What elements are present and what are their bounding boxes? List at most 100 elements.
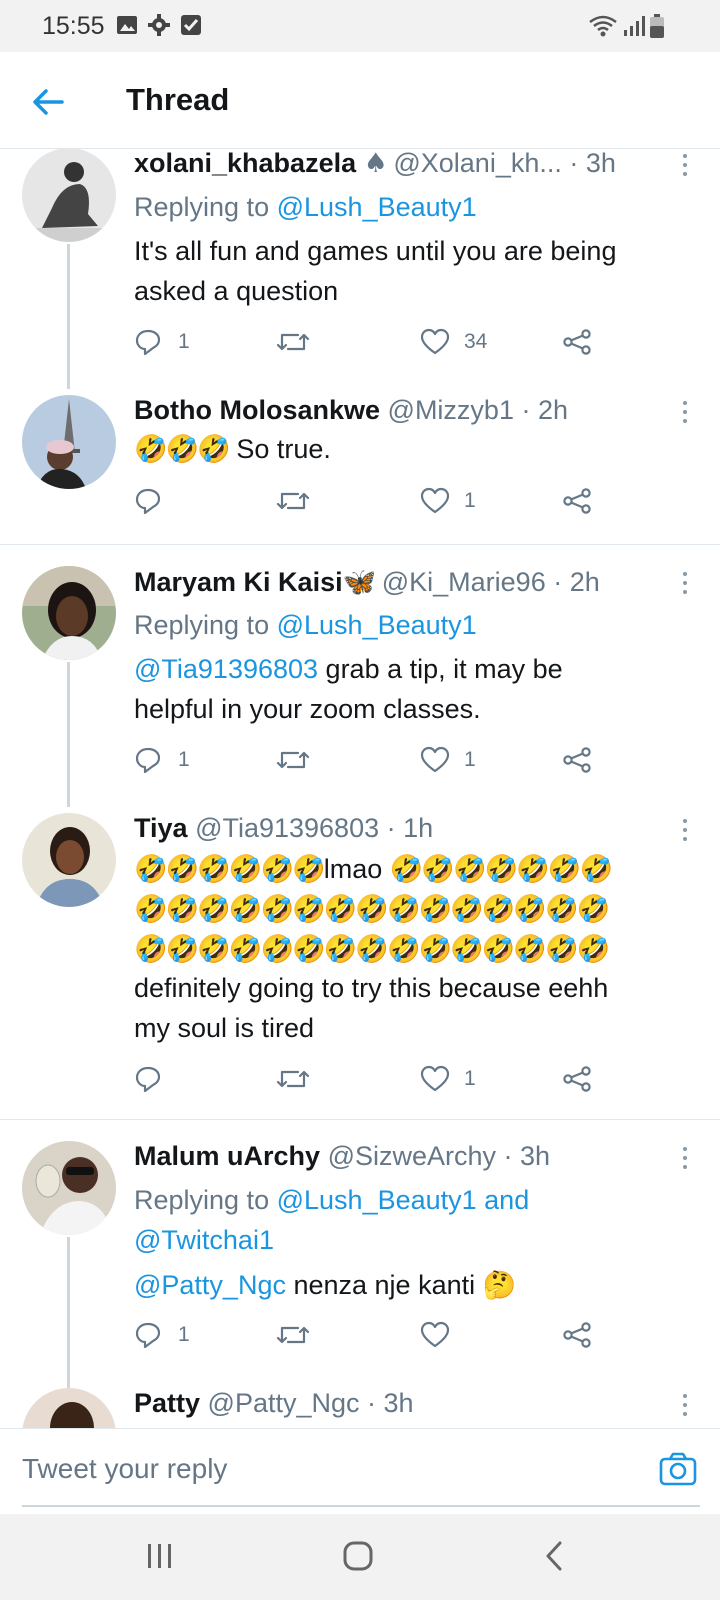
tweet-text-line: 🤣🤣🤣 So true. — [134, 434, 331, 465]
tweet-header: Tiya @Tia91396803 · 1h — [134, 813, 433, 844]
reply-icon — [135, 747, 161, 774]
more-options-icon[interactable] — [680, 572, 690, 598]
avatar[interactable] — [22, 1388, 116, 1428]
mention-link[interactable]: @Lush_Beauty1 and — [277, 1185, 530, 1215]
tweet-actions: 1 — [134, 481, 614, 521]
tweet-text-line: definitely going to try this because eeh… — [134, 973, 609, 1003]
replying-to-line: Replying to @Lush_Beauty1 and — [134, 1185, 530, 1215]
heart-icon — [420, 328, 450, 355]
tweet-text-line: my soul is tired — [134, 1013, 315, 1043]
handle[interactable]: @Tia91396803 — [195, 813, 379, 843]
tweet-patty[interactable]: Patty @Patty_Ngc · 3h — [0, 1388, 720, 1428]
divider — [0, 544, 720, 545]
recent-apps-icon[interactable] — [146, 1542, 174, 1570]
more-options-icon[interactable] — [680, 154, 690, 180]
page-title: Thread — [126, 82, 230, 117]
tweet-header: xolani_khabazela ♠ @Xolani_kh... · 3h — [134, 148, 616, 179]
mention-link[interactable]: @Tia91396803 — [134, 654, 318, 684]
tweet-header: Patty @Patty_Ngc · 3h — [134, 1388, 414, 1419]
camera-icon[interactable] — [658, 1451, 698, 1487]
more-options-icon[interactable] — [680, 401, 690, 427]
replying-to-line: Replying to @Lush_Beauty1 — [134, 610, 477, 640]
tweet-header: Malum uArchy @SizweArchy · 3h — [134, 1141, 550, 1172]
share-icon — [563, 1322, 591, 1348]
heart-icon — [420, 746, 450, 773]
avatar[interactable] — [22, 566, 116, 660]
retweet-icon — [276, 751, 310, 769]
reply-icon — [135, 1066, 161, 1093]
tweet-actions: 1 1 — [134, 740, 614, 780]
display-name[interactable]: Patty — [134, 1388, 200, 1418]
tweet-actions: 1 34 — [134, 322, 614, 362]
tweet-header: Botho Molosankwe @Mizzyb1 · 2h — [134, 395, 568, 426]
back-navigation-icon[interactable] — [542, 1540, 566, 1572]
share-icon — [563, 747, 591, 773]
thinking-emoji: 🤔 — [482, 1270, 517, 1301]
laughing-emoji: 🤣🤣🤣🤣🤣🤣🤣 — [389, 854, 613, 885]
reply-icon — [135, 1322, 161, 1349]
more-options-icon[interactable] — [680, 819, 690, 845]
tweet-text-line: helpful in your zoom classes. — [134, 694, 481, 724]
settings-gear-icon — [148, 14, 170, 36]
avatar[interactable] — [22, 813, 116, 907]
tweet-header: Maryam Ki Kaisi🦋 @Ki_Marie96 · 2h — [134, 566, 600, 598]
tweet-time: · 2h — [553, 567, 600, 597]
wifi-icon — [589, 15, 617, 37]
like-count: 1 — [464, 748, 476, 771]
tweet-time: · 1h — [386, 813, 434, 843]
mention-link[interactable]: @Lush_Beauty1 — [277, 610, 477, 640]
handle[interactable]: @Xolani_kh... — [393, 148, 562, 178]
divider — [0, 1119, 720, 1120]
system-navigation-bar — [0, 1514, 720, 1600]
handle[interactable]: @SizweArchy — [328, 1141, 496, 1171]
like-count: 1 — [464, 1067, 476, 1090]
battery-icon — [650, 14, 664, 38]
handle[interactable]: @Ki_Marie96 — [382, 567, 546, 597]
status-bar: 15:55 — [0, 0, 720, 52]
share-icon — [563, 488, 591, 514]
tweet-actions: 1 — [134, 1315, 614, 1355]
display-name[interactable]: Botho Molosankwe — [134, 395, 380, 425]
mention-link[interactable]: @Twitchai1 — [134, 1225, 274, 1256]
retweet-icon — [276, 1070, 310, 1088]
share-icon — [563, 1066, 591, 1092]
mention-link[interactable]: @Patty_Ngc — [134, 1270, 286, 1300]
reply-composer: Tweet your reply — [0, 1428, 720, 1515]
avatar[interactable] — [22, 148, 116, 242]
retweet-icon — [276, 333, 310, 351]
reply-count: 1 — [178, 748, 190, 771]
retweet-icon — [276, 1326, 310, 1344]
more-options-icon[interactable] — [680, 1394, 690, 1420]
tweet-text-line: asked a question — [134, 276, 339, 306]
laughing-emoji: 🤣🤣🤣🤣🤣🤣🤣🤣🤣🤣🤣🤣🤣🤣🤣 — [134, 934, 610, 965]
handle[interactable]: @Mizzyb1 — [388, 395, 514, 425]
more-options-icon[interactable] — [680, 1147, 690, 1173]
reply-icon — [135, 329, 161, 356]
tweet-actions: 1 — [134, 1059, 614, 1099]
back-arrow-icon[interactable] — [26, 80, 70, 124]
avatar[interactable] — [22, 1141, 116, 1235]
display-name[interactable]: Maryam Ki Kaisi — [134, 567, 343, 597]
mention-link[interactable]: @Lush_Beauty1 — [277, 192, 477, 222]
thread-line — [67, 244, 70, 389]
laughing-emoji: 🤣🤣🤣🤣🤣🤣 — [134, 854, 326, 885]
heart-icon — [420, 487, 450, 514]
tweet-time: · 2h — [521, 395, 569, 425]
handle[interactable]: @Patty_Ngc — [208, 1388, 360, 1418]
avatar[interactable] — [22, 395, 116, 489]
reply-input[interactable]: Tweet your reply — [22, 1453, 227, 1485]
tweet-text-line: @Tia91396803 grab a tip, it may be — [134, 654, 563, 684]
tweet-time: · 3h — [367, 1388, 414, 1418]
display-name[interactable]: Tiya — [134, 813, 188, 843]
display-name[interactable]: Malum uArchy — [134, 1141, 320, 1171]
like-count: 34 — [464, 330, 488, 353]
reply-count: 1 — [178, 330, 190, 353]
share-icon — [563, 329, 591, 355]
thread-line — [67, 662, 70, 807]
home-icon[interactable] — [342, 1540, 374, 1572]
checkbox-notification-icon — [181, 15, 201, 35]
thread-header: Thread — [0, 52, 720, 149]
gallery-icon — [117, 16, 137, 34]
display-name[interactable]: xolani_khabazela — [134, 148, 356, 178]
signal-icon — [624, 16, 645, 36]
